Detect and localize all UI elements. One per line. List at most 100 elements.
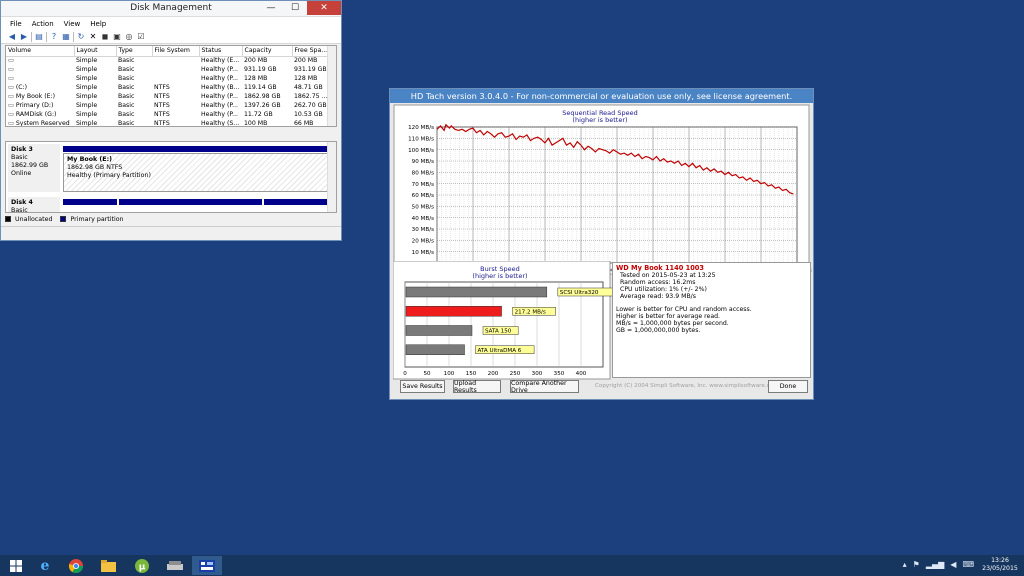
toolbar-separator	[73, 31, 74, 42]
volume-cell: Basic	[118, 75, 135, 82]
taskbar-disk-utility[interactable]	[160, 556, 190, 575]
compare-drive-button[interactable]: Compare Another Drive	[510, 380, 579, 394]
volume-cell	[152, 65, 199, 74]
help-icon[interactable]: ?	[49, 32, 59, 42]
delete-icon[interactable]: ✕	[88, 32, 98, 42]
properties-icon[interactable]: ▦	[61, 32, 71, 42]
flag-icon[interactable]: ⚑	[913, 560, 920, 569]
volume-cell: NTFS	[154, 111, 170, 118]
volume-cell: Healthy (P...	[201, 93, 239, 100]
toolbar: ◀ ▶ ▤ ? ▦ ↻ ✕ ◼ ▣ ◎ ☑	[1, 30, 341, 44]
col-file-system[interactable]: File System	[152, 46, 200, 57]
volume-row[interactable]: ▭ My Book (E:) Simple Basic NTFS Healthy (P..…	[6, 92, 328, 101]
network-icon[interactable]: ▂▄▆	[926, 560, 944, 569]
volume-cell: Basic	[118, 57, 135, 65]
volume-list-scrollbar[interactable]	[327, 46, 336, 126]
volume-list-header: Volume Layout Type File System Status Ca…	[6, 46, 329, 57]
taskbar-utorrent[interactable]: µ	[127, 556, 157, 575]
done-button[interactable]: Done	[768, 380, 808, 393]
volume-list: Volume Layout Type File System Status Ca…	[5, 45, 337, 127]
volume-row[interactable]: ▭ Simple Basic Healthy (E... 200 MB 200 MB	[6, 56, 328, 65]
col-status[interactable]: Status	[199, 46, 243, 57]
forward-icon[interactable]: ▶	[19, 32, 29, 42]
menu-view[interactable]: View	[64, 20, 81, 28]
tray-chevron-icon[interactable]: ▴	[903, 560, 907, 569]
disk3-type: Basic	[11, 154, 28, 161]
note-line: Lower is better for CPU and random acces…	[616, 306, 752, 313]
volume-row[interactable]: ▭ Simple Basic Healthy (P... 128 MB 128 MB	[6, 74, 328, 83]
partition-strip	[119, 199, 262, 205]
graph-scrollbar[interactable]	[327, 142, 336, 212]
volume-cell: Healthy (E...	[201, 57, 240, 65]
volume-cell: Healthy (P...	[201, 111, 239, 118]
col-capacity[interactable]: Capacity	[242, 46, 293, 57]
save-results-button[interactable]: Save Results	[400, 380, 445, 393]
volume-cell: Healthy (P...	[201, 66, 239, 73]
volume-row[interactable]: ▭ RAMDisk (G:) Simple Basic NTFS Healthy (P..…	[6, 110, 328, 119]
volume-cell	[152, 56, 199, 65]
volume-row[interactable]: ▭ (C:) Simple Basic NTFS Healthy (B... 119.14 …	[6, 83, 328, 92]
taskbar-file-explorer[interactable]	[93, 556, 123, 575]
disk3-row[interactable]: Disk 3 Basic 1862.99 GB Online My Book (…	[6, 144, 328, 192]
close-button[interactable]: ✕	[307, 1, 341, 15]
toolbar-separator	[31, 31, 32, 42]
maximize-button[interactable]: ☐	[283, 1, 307, 15]
title-bar[interactable]: Disk Management — ☐ ✕	[1, 1, 341, 17]
col-layout[interactable]: Layout	[74, 46, 117, 57]
taskbar-ie[interactable]: e	[30, 556, 60, 575]
disk4-info[interactable]: Disk 4 Basic	[8, 197, 60, 212]
clock-time: 13:26	[991, 557, 1009, 564]
upload-results-button[interactable]: Upload Results	[453, 380, 501, 394]
format-icon[interactable]: ◼	[100, 32, 110, 42]
legend: Unallocated Primary partition	[5, 214, 337, 224]
disk-icon[interactable]: ▣	[112, 32, 122, 42]
volume-cell: Basic	[118, 66, 135, 73]
menu-action[interactable]: Action	[32, 20, 54, 28]
random-access: Random access: 16.2ms	[620, 279, 696, 286]
legend-unallocated-swatch	[5, 216, 11, 222]
taskbar-chrome[interactable]	[61, 556, 91, 575]
magnify-icon[interactable]: ◎	[124, 32, 134, 42]
col-type[interactable]: Type	[116, 46, 153, 57]
refresh-icon[interactable]: ↻	[76, 32, 86, 42]
clock[interactable]: 13:26 23/05/2015	[980, 557, 1020, 573]
list-view-icon[interactable]: ▤	[34, 32, 44, 42]
volume-cell: Simple	[76, 66, 98, 73]
disk3-info[interactable]: Disk 3 Basic 1862.99 GB Online	[8, 144, 60, 192]
volume-cell: Healthy (S...	[201, 120, 240, 127]
partition-status: Healthy (Primary Partition)	[67, 172, 151, 179]
disk4-name: Disk 4	[11, 199, 33, 206]
partition-strip	[63, 146, 328, 152]
volume-name-cell: ▭ My Book (E:)	[6, 92, 74, 101]
partition-size: 1862.98 GB NTFS	[67, 164, 123, 171]
volume-row[interactable]: ▭ Primary (D:) Simple Basic NTFS Healthy (P..…	[6, 101, 328, 110]
hdtach-icon	[199, 559, 215, 572]
menu-bar: File Action View Help	[1, 17, 341, 30]
hdtach-title[interactable]: HD Tach version 3.0.4.0 - For non-commer…	[390, 89, 813, 103]
taskbar-hdtach[interactable]	[192, 556, 222, 575]
system-tray: ▴ ⚑ ▂▄▆ ◀ ⌨	[903, 560, 974, 569]
y-tick-label: 110 MB/s	[408, 137, 434, 143]
y-tick-label: 30 MB/s	[412, 227, 434, 233]
volume-drive-icon: ▭	[8, 75, 14, 82]
start-button[interactable]	[1, 556, 31, 575]
check-icon[interactable]: ☑	[136, 32, 146, 42]
partition-my-book[interactable]: My Book (E:) 1862.98 GB NTFS Healthy (Pr…	[63, 153, 328, 192]
y-tick-label: 60 MB/s	[412, 193, 434, 199]
back-icon[interactable]: ◀	[7, 32, 17, 42]
minimize-button[interactable]: —	[259, 1, 283, 15]
keyboard-icon[interactable]: ⌨	[962, 560, 974, 569]
volume-label: Primary (D:)	[15, 102, 54, 109]
legend-primary: Primary partition	[70, 215, 124, 223]
menu-help[interactable]: Help	[90, 20, 106, 28]
col-volume[interactable]: Volume	[6, 46, 75, 57]
note-line: MB/s = 1,000,000 bytes per second.	[616, 320, 729, 327]
y-tick-label: 100 MB/s	[408, 148, 434, 154]
disk4-row[interactable]: Disk 4 Basic	[6, 197, 328, 212]
volume-row[interactable]: ▭ Simple Basic Healthy (P... 931.19 GB 931.19…	[6, 65, 328, 74]
menu-file[interactable]: File	[10, 20, 22, 28]
volume-icon[interactable]: ◀	[950, 560, 956, 569]
volume-cell: NTFS	[154, 120, 170, 127]
col-free-space[interactable]: Free Spa...	[292, 46, 329, 57]
volume-row[interactable]: ▭ System Reserved Simple Basic NTFS Healthy (…	[6, 119, 328, 127]
